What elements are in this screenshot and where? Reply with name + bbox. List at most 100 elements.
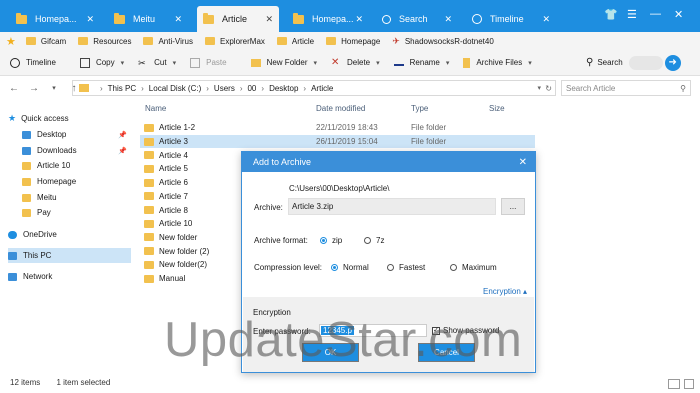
chevron-down-icon[interactable]: ▾ (537, 84, 541, 92)
copy-button[interactable]: Copy ▾ (79, 57, 125, 68)
tab-homepage-2[interactable]: Homepa... ✕ (287, 6, 369, 32)
folder-icon (22, 161, 31, 170)
star-icon[interactable]: ★ (6, 35, 16, 48)
archive-path: C:\Users\00\Desktop\Article\ (289, 184, 390, 193)
tab-timeline[interactable]: Timeline ✕ (466, 6, 556, 32)
toolbar-search[interactable]: ⚲ Search ➜ (586, 54, 686, 71)
pin-icon[interactable]: 📌 (118, 131, 127, 139)
chevron-down-icon[interactable]: ▾ (121, 59, 125, 67)
arrow-right-icon[interactable]: ➜ (664, 54, 681, 71)
column-header-size[interactable]: Size (489, 104, 505, 113)
column-header-date[interactable]: Date modified (316, 104, 365, 113)
password-field[interactable]: 12345.p (319, 324, 427, 337)
breadcrumb-item[interactable]: Article (311, 84, 333, 93)
level-normal-radio[interactable]: Normal (331, 263, 369, 272)
folder-icon (144, 247, 154, 256)
breadcrumb[interactable]: › This PC › Local Disk (C:) › Users › 00 › D… (72, 80, 556, 96)
close-icon[interactable]: ✕ (265, 14, 273, 25)
nav-quick-access[interactable]: ★ Quick access (8, 111, 139, 126)
folder-icon (22, 193, 31, 202)
nav-item-pay[interactable]: Pay (22, 205, 131, 220)
forward-arrow-icon[interactable]: → (28, 83, 40, 94)
encryption-toggle[interactable]: Encryption ▴ (483, 287, 527, 296)
show-password-checkbox[interactable]: ✓ Show password (432, 326, 499, 335)
paste-button[interactable]: Paste (190, 57, 227, 68)
nav-item-desktop[interactable]: Desktop 📌 (22, 127, 131, 142)
radio-icon (364, 237, 371, 244)
chevron-down-icon[interactable]: ▾ (376, 59, 380, 67)
nav-item-meitu[interactable]: Meitu (22, 190, 131, 205)
chevron-down-icon[interactable]: ▾ (528, 59, 532, 67)
browse-button[interactable]: ... (501, 198, 525, 215)
tab-search[interactable]: Search ✕ (376, 6, 458, 32)
close-icon[interactable]: ✕ (86, 14, 94, 25)
tab-homepage-1[interactable]: Homepa... ✕ (10, 6, 100, 32)
delete-button[interactable]: ✕ Delete ▾ (331, 57, 380, 68)
column-header-type[interactable]: Type (411, 104, 428, 113)
nav-onedrive[interactable]: OneDrive (8, 227, 131, 242)
chevron-down-icon[interactable]: ▾ (313, 59, 317, 67)
network-icon (8, 272, 17, 281)
favorite-item[interactable]: Anti-Virus (143, 37, 193, 46)
timeline-button[interactable]: Timeline (10, 57, 56, 68)
search-toggle[interactable] (628, 55, 663, 70)
breadcrumb-item[interactable]: Local Disk (C:) (149, 84, 201, 93)
archive-name-field[interactable]: Article 3.zip (288, 198, 496, 215)
breadcrumb-item[interactable]: Users (214, 84, 235, 93)
nav-item-homepage[interactable]: Homepage (22, 174, 131, 189)
ok-button[interactable]: OK (302, 343, 359, 362)
nav-label: Pay (37, 208, 51, 217)
menu-icon[interactable]: ☰ (627, 8, 637, 21)
search-input[interactable]: Search Article ⚲ (561, 80, 691, 96)
skin-icon[interactable]: 👕 (604, 8, 618, 21)
favorite-item[interactable]: Homepage (326, 37, 380, 46)
minimize-icon[interactable]: — (650, 8, 661, 20)
tiles-view-icon[interactable] (684, 379, 694, 389)
favorite-item[interactable]: Article (276, 37, 314, 46)
tab-article[interactable]: Article ✕ (197, 6, 279, 32)
folder-icon (143, 37, 154, 45)
close-icon[interactable]: ✕ (174, 14, 182, 25)
back-arrow-icon[interactable]: ← (8, 83, 20, 94)
favorite-item[interactable]: Gifcam (25, 37, 66, 46)
chevron-down-icon[interactable]: ▾ (446, 59, 450, 67)
folder-icon (203, 12, 214, 24)
refresh-icon[interactable]: ↻ (545, 84, 552, 93)
level-fastest-radio[interactable]: Fastest (387, 263, 425, 272)
close-icon[interactable]: ✕ (542, 14, 550, 25)
close-icon[interactable]: ✕ (355, 14, 363, 25)
nav-item-downloads[interactable]: Downloads 📌 (22, 143, 131, 158)
window-close-icon[interactable]: ✕ (674, 8, 683, 21)
tab-meitu[interactable]: Meitu ✕ (108, 6, 188, 32)
favorite-item[interactable]: ExplorerMax (205, 37, 265, 46)
radio-label: zip (332, 236, 343, 245)
details-view-icon[interactable] (668, 379, 680, 389)
chevron-down-icon[interactable]: ▾ (48, 84, 60, 92)
toolbar: Timeline Copy ▾ ✂ Cut ▾ Paste New Folder… (0, 50, 700, 76)
close-icon[interactable]: ✕ (519, 157, 527, 168)
level-maximum-radio[interactable]: Maximum (450, 263, 497, 272)
breadcrumb-item[interactable]: This PC (108, 84, 136, 93)
navigation-pane: ★ Quick access Desktop 📌 Downloads 📌 Art… (0, 99, 137, 375)
nav-this-pc[interactable]: This PC (8, 248, 131, 263)
nav-network[interactable]: Network (8, 269, 131, 284)
pin-icon[interactable]: 📌 (118, 147, 127, 155)
chevron-down-icon[interactable]: ▾ (173, 59, 177, 67)
rename-button[interactable]: Rename ▾ (393, 58, 450, 67)
favorite-label: Anti-Virus (158, 36, 193, 46)
favorite-item[interactable]: ✈ ShadowsocksR-dotnet40 (392, 36, 494, 47)
nav-item-article-10[interactable]: Article 10 (22, 158, 131, 173)
format-zip-radio[interactable]: zip (320, 236, 342, 245)
close-icon[interactable]: ✕ (444, 14, 452, 25)
file-row[interactable]: Article 3 26/11/2019 15:04 File folder (140, 134, 535, 149)
cancel-button[interactable]: Cancel (418, 343, 475, 362)
favorite-item[interactable]: Resources (78, 37, 131, 46)
file-row[interactable]: Article 1-2 22/11/2019 18:43 File folder (140, 121, 535, 135)
breadcrumb-item[interactable]: Desktop (269, 84, 298, 93)
format-7z-radio[interactable]: 7z (364, 236, 384, 245)
breadcrumb-item[interactable]: 00 (247, 84, 256, 93)
column-header-name[interactable]: Name (145, 104, 166, 113)
cut-button[interactable]: ✂ Cut ▾ (138, 58, 176, 68)
new-folder-button[interactable]: New Folder ▾ (250, 58, 317, 67)
archive-files-button[interactable]: Archive Files ▾ (463, 57, 532, 68)
